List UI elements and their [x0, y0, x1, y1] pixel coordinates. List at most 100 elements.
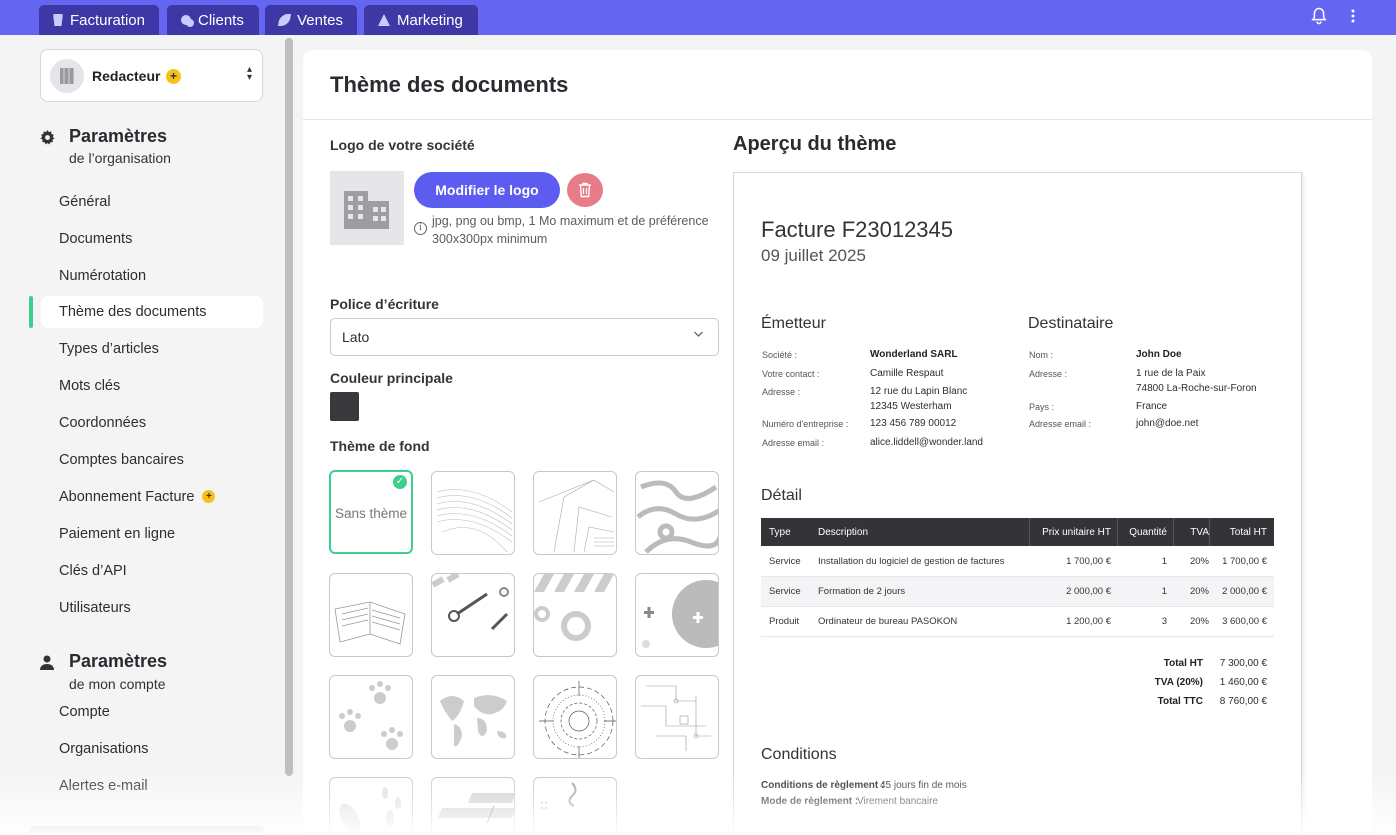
logo-preview — [330, 171, 404, 245]
total-label: TVA (20%) — [1154, 677, 1203, 688]
sidebar-item-numerotation[interactable]: Numérotation — [41, 260, 263, 292]
tab-ventes[interactable]: Ventes — [265, 5, 357, 35]
plus-badge-icon: + — [202, 489, 216, 503]
field-value: 1 rue de la Paix — [1136, 368, 1206, 379]
field-label: Adresse email : — [1029, 419, 1092, 429]
plus-badge-icon: + — [166, 69, 181, 84]
recipient-heading: Destinataire — [1028, 315, 1114, 332]
chevron-up-down-icon: ▴ ▾ — [246, 64, 252, 83]
table-header: Type Description Prix unitaire HT Quanti… — [761, 518, 1274, 546]
sidebar-item-documents[interactable]: Documents — [41, 223, 263, 255]
gears-pattern-icon — [534, 574, 614, 641]
total-value: 8 760,00 € — [1219, 696, 1267, 707]
logo-label: Logo de votre société — [330, 137, 475, 153]
field-label: Votre contact : — [762, 369, 820, 379]
theme-option-book[interactable] — [329, 573, 413, 657]
total-value: 1 460,00 € — [1219, 677, 1267, 688]
sidebar-item-account[interactable]: Compte — [41, 696, 263, 728]
sidebar-item-contact-info[interactable]: Coordonnées — [41, 407, 263, 439]
sketch-pattern-icon — [541, 782, 577, 809]
main-color-swatch[interactable] — [330, 392, 359, 421]
table-row: Service Installation du logiciel de gest… — [761, 547, 1274, 577]
theme-option-circuit-circle[interactable] — [533, 675, 617, 759]
theme-option-medical[interactable] — [635, 573, 719, 657]
theme-option-stripes[interactable] — [431, 777, 515, 835]
organization-selector[interactable]: Redacteur + ▴ ▾ — [40, 49, 263, 102]
theme-option-world-map[interactable] — [431, 675, 515, 759]
change-logo-button[interactable]: Modifier le logo — [414, 172, 560, 208]
sidebar-item-api-keys[interactable]: Clés d’API — [41, 555, 263, 587]
sidebar-item-organizations[interactable]: Organisations — [41, 733, 263, 765]
leaves-pattern-icon — [339, 787, 401, 833]
theme-option-topography[interactable] — [635, 471, 719, 555]
column-header: Quantité — [1129, 527, 1167, 538]
table-cell: 20% — [1189, 586, 1209, 597]
field-value: Camille Respaut — [870, 368, 944, 379]
theme-option-none[interactable]: Sans thème ✓ — [329, 470, 413, 554]
top-navigation-bar: Facturation Clients Ventes Marketing — [0, 0, 1396, 35]
medical-pattern-icon — [642, 580, 718, 648]
sidebar-item-document-theme[interactable]: Thème des documents — [41, 296, 263, 328]
field-label: Nom : — [1029, 350, 1054, 360]
column-divider — [1173, 518, 1174, 546]
delete-logo-button[interactable] — [567, 173, 603, 207]
building-icon — [344, 191, 389, 229]
circuit-circle-pattern-icon — [539, 681, 616, 758]
table-cell: 2 000,00 € — [1066, 586, 1111, 597]
world-map-pattern-icon — [440, 695, 507, 747]
field-value: john@doe.net — [1136, 418, 1199, 429]
page-title: Thème des documents — [330, 72, 569, 97]
building-icon — [50, 59, 84, 93]
field-value: John Doe — [1136, 349, 1182, 360]
background-theme-label: Thème de fond — [330, 438, 430, 454]
table-cell: 3 — [1161, 616, 1167, 627]
theme-option-paws[interactable] — [329, 675, 413, 759]
theme-option-architecture[interactable] — [533, 471, 617, 555]
sidebar-item-label: Abonnement Facture — [59, 489, 195, 505]
table-cell: 2 000,00 € — [1222, 586, 1267, 597]
font-select[interactable]: Lato — [330, 318, 719, 356]
organization-name: Redacteur — [92, 68, 161, 84]
divider — [303, 119, 1372, 120]
tab-clients[interactable]: Clients — [167, 5, 259, 35]
column-header: Type — [769, 527, 791, 538]
wave-pattern-icon — [436, 489, 513, 553]
column-header: TVA — [1190, 527, 1209, 538]
sidebar-item-subscription[interactable]: Abonnement Facture + — [41, 481, 263, 513]
field-label: Pays : — [1029, 402, 1055, 412]
table-cell: Service — [769, 556, 801, 567]
circuit-board-pattern-icon — [641, 685, 711, 751]
field-value: 74800 La-Roche-sur-Foron — [1136, 383, 1257, 394]
theme-option-leaves[interactable] — [329, 777, 413, 835]
sidebar-item-keywords[interactable]: Mots clés — [41, 370, 263, 402]
tab-marketing[interactable]: Marketing — [364, 5, 478, 35]
invoice-icon — [53, 14, 63, 26]
tab-facturation[interactable]: Facturation — [39, 5, 159, 35]
paw-pattern-icon — [339, 681, 403, 750]
sidebar-item-online-payment[interactable]: Paiement en ligne — [41, 518, 263, 550]
more-vertical-icon[interactable] — [1349, 7, 1357, 30]
horizontal-scrollbar[interactable] — [29, 826, 264, 834]
bell-icon[interactable] — [1311, 7, 1327, 30]
theme-option-gears[interactable] — [533, 573, 617, 657]
sidebar-item-email-alerts[interactable]: Alertes e-mail — [41, 770, 263, 802]
sidebar-item-bank-accounts[interactable]: Comptes bancaires — [41, 444, 263, 476]
theme-option-tools[interactable] — [431, 573, 515, 657]
theme-option-circuit-board[interactable] — [635, 675, 719, 759]
main-panel: Thème des documents Logo de votre sociét… — [303, 50, 1372, 835]
theme-option-wave[interactable] — [431, 471, 515, 555]
vertical-scrollbar[interactable] — [285, 38, 293, 776]
column-header: Total HT — [1229, 527, 1267, 538]
column-divider — [1117, 518, 1118, 546]
sidebar-item-general[interactable]: Général — [41, 186, 263, 218]
table-cell: 20% — [1189, 556, 1209, 567]
total-value: 7 300,00 € — [1219, 658, 1267, 669]
detail-heading: Détail — [761, 487, 802, 504]
table-cell: 1 — [1161, 586, 1167, 597]
theme-option-sketch[interactable] — [533, 777, 617, 835]
sidebar-item-article-types[interactable]: Types d’articles — [41, 333, 263, 365]
sidebar-item-users[interactable]: Utilisateurs — [41, 592, 263, 624]
invoice-date: 09 juillet 2025 — [761, 246, 866, 265]
column-header: Description — [818, 527, 869, 538]
field-label: Adresse : — [762, 387, 801, 397]
